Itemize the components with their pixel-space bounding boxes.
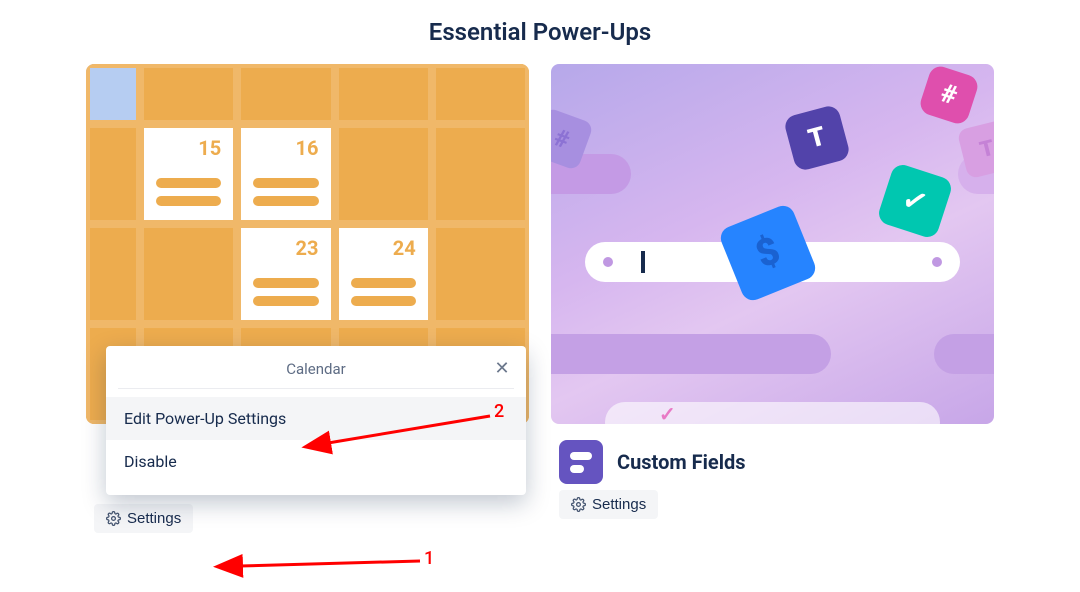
annotation-label-1: 1 bbox=[424, 548, 434, 569]
calendar-date-16: 16 bbox=[296, 136, 319, 160]
gear-icon bbox=[106, 511, 121, 526]
powerup-card-custom-fields: ✓ # T ✓ $ # T Custom Fields bbox=[551, 64, 994, 533]
page-title: Essential Power-Ups bbox=[0, 18, 1080, 46]
calendar-settings-popup: Calendar ✕ Edit Power-Up Settings Disabl… bbox=[106, 346, 526, 495]
calendar-date-23: 23 bbox=[296, 236, 319, 260]
calendar-date-15: 15 bbox=[198, 136, 221, 160]
settings-button-label: Settings bbox=[592, 496, 646, 513]
calendar-date-24: 24 bbox=[393, 236, 416, 260]
popup-title: Calendar bbox=[286, 360, 346, 378]
settings-button-calendar[interactable]: Settings bbox=[94, 504, 193, 533]
custom-fields-illustration: ✓ # T ✓ $ # T bbox=[551, 64, 994, 424]
menu-item-edit-powerup-settings[interactable]: Edit Power-Up Settings bbox=[106, 397, 526, 440]
hash-icon: # bbox=[917, 64, 980, 127]
card-name-custom-fields: Custom Fields bbox=[617, 450, 746, 474]
custom-fields-icon bbox=[559, 440, 603, 484]
settings-button-label: Settings bbox=[127, 510, 181, 527]
gear-icon bbox=[571, 497, 586, 512]
dollar-icon: $ bbox=[717, 202, 819, 304]
settings-button-custom-fields[interactable]: Settings bbox=[559, 490, 658, 519]
close-icon[interactable]: ✕ bbox=[490, 356, 514, 380]
menu-item-disable[interactable]: Disable bbox=[106, 440, 526, 483]
annotation-label-2: 2 bbox=[494, 401, 504, 422]
check-icon: ✓ bbox=[876, 162, 954, 240]
text-icon: T bbox=[783, 104, 852, 173]
